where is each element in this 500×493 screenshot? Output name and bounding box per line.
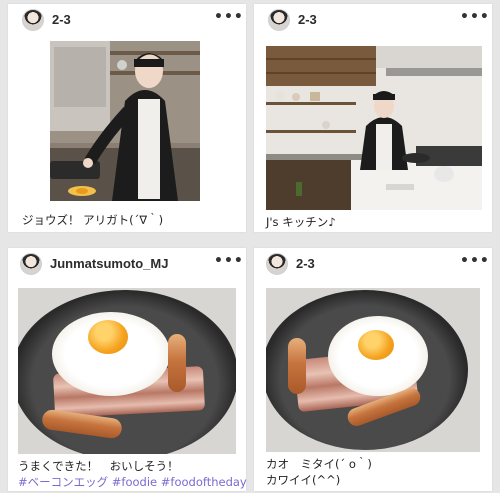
post-header: 2-3 ••• [254, 4, 492, 36]
post-header: Junmatsumoto_MJ ••• [8, 248, 246, 280]
more-dots-icon[interactable]: ••• [460, 9, 490, 25]
caption-text: カオ ミタイ(´ o｀) [266, 457, 372, 471]
more-dots-icon[interactable]: ••• [214, 253, 244, 269]
post-card-3: Junmatsumoto_MJ ••• うまくできた！ おいしそう！ #ベーコン… [8, 248, 247, 491]
more-dots-icon[interactable]: ••• [460, 253, 490, 269]
username[interactable]: 2-3 [298, 12, 317, 27]
sausage [288, 338, 306, 394]
username[interactable]: 2-3 [296, 256, 315, 271]
kitchen-photo [266, 46, 482, 210]
post-photo[interactable] [18, 288, 236, 454]
post-card-4: 2-3 ••• カオ ミタイ(´ o｀) カワイイ(^^) [254, 248, 492, 491]
post-header: 2-3 ••• [254, 248, 492, 280]
avatar[interactable] [266, 253, 288, 275]
post-photo[interactable] [266, 46, 482, 210]
avatar[interactable] [268, 9, 290, 31]
post-caption: J's キッチン♪ [266, 215, 336, 229]
post-photo[interactable] [50, 41, 200, 201]
sausage [168, 334, 186, 392]
username[interactable]: 2-3 [52, 12, 71, 27]
cooking-at-stove-photo [50, 41, 200, 201]
post-card-1: 2-3 ••• ジョウズ！ アリガト(´∇｀) [8, 4, 246, 232]
avatar[interactable] [22, 9, 44, 31]
post-caption: うまくできた！ おいしそう！ #ベーコンエッグ #foodie #foodoft… [18, 458, 247, 490]
caption-text: うまくできた！ おいしそう！ [18, 459, 179, 473]
post-caption: ジョウズ！ アリガト(´∇｀) [22, 213, 164, 227]
egg-yolk [358, 330, 394, 360]
post-card-2: 2-3 ••• J's キッチン♪ [254, 4, 492, 232]
avatar[interactable] [20, 253, 42, 275]
hashtags[interactable]: #ベーコンエッグ #foodie #foodoftheday [18, 474, 247, 490]
caption-text: カワイイ(^^) [266, 473, 341, 487]
post-caption: カオ ミタイ(´ o｀) カワイイ(^^) [266, 456, 372, 488]
username[interactable]: Junmatsumoto_MJ [50, 256, 168, 271]
post-header: 2-3 ••• [8, 4, 246, 36]
post-photo[interactable] [266, 288, 480, 452]
egg-yolk [88, 320, 128, 354]
more-dots-icon[interactable]: ••• [214, 9, 244, 25]
